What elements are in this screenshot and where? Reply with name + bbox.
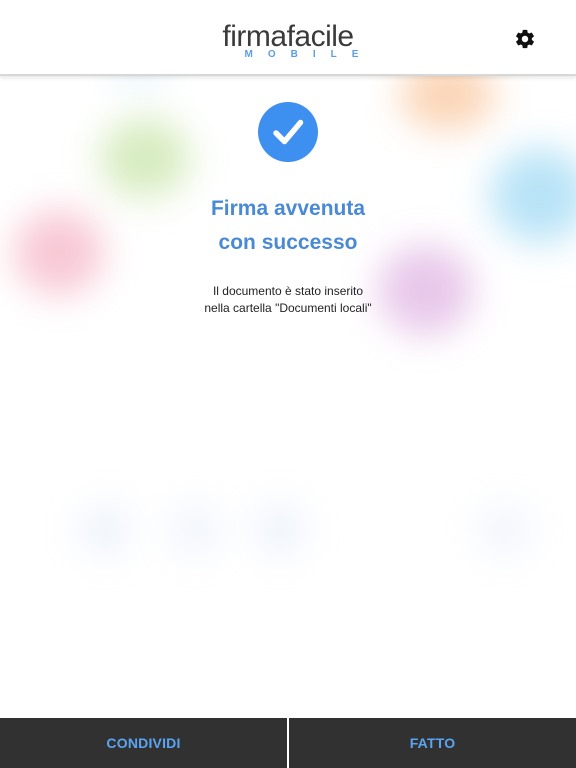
success-title: Firma avvenuta con successo [0,192,576,260]
success-description-line1: Il documento è stato inserito [212,284,364,298]
background-blob [255,505,305,555]
background-blob [480,505,530,555]
app-logo: firmafacile MOBILE [0,22,576,60]
share-button[interactable]: CONDIVIDI [0,718,287,768]
app-header: firmafacile MOBILE [0,0,576,76]
settings-button[interactable] [514,28,536,50]
gear-icon [516,29,534,49]
success-description-line2: nella cartella "Documenti locali" [204,301,372,315]
success-title-line1: Firma avvenuta [210,197,366,220]
success-description: Il documento è stato inserito nella cart… [0,283,576,317]
background-blob [100,118,190,198]
success-title-line2: con successo [218,231,358,254]
signature-success-screen: firmafacile MOBILE Firma avvenuta con su… [0,0,576,768]
success-status-badge [258,102,318,162]
background-blob [80,505,130,555]
logo-subtitle: MOBILE [244,49,374,60]
background-blob [170,505,220,555]
bottom-action-bar: CONDIVIDI FATTO [0,718,576,768]
done-button[interactable]: FATTO [287,718,576,768]
check-circle-icon [273,119,304,145]
